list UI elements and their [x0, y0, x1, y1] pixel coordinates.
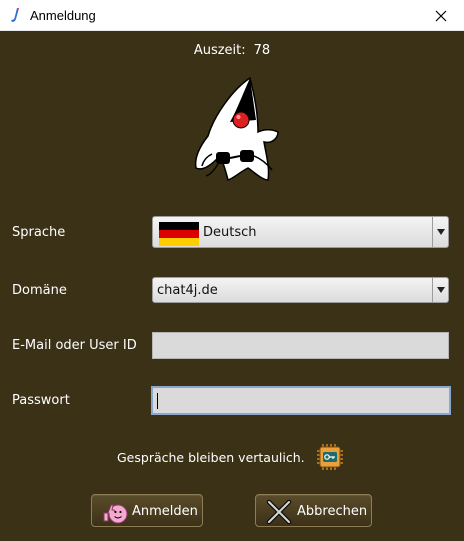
- language-dropdown-button[interactable]: [432, 217, 448, 247]
- domain-select-value: chat4j.de: [157, 283, 218, 298]
- secure-chip-key-icon: [317, 444, 343, 470]
- close-button[interactable]: [418, 0, 464, 31]
- timeout-indicator: Auszeit: 78: [0, 43, 464, 58]
- timeout-value: 78: [253, 43, 271, 58]
- domain-select[interactable]: chat4j.de: [152, 277, 449, 303]
- password-label: Passwort: [12, 393, 70, 408]
- email-field[interactable]: [152, 332, 449, 359]
- language-label: Sprache: [12, 225, 66, 240]
- title-bar: Anmeldung: [0, 0, 464, 31]
- password-field[interactable]: [151, 386, 451, 415]
- text-caret: [157, 393, 158, 409]
- timeout-label: Auszeit:: [193, 43, 246, 58]
- cancel-button[interactable]: Abbrechen: [255, 494, 372, 527]
- login-button-label: Anmelden: [132, 504, 198, 519]
- cancel-button-label: Abbrechen: [297, 504, 368, 519]
- security-note: Gespräche bleiben vertaulich.: [117, 450, 305, 465]
- cross-icon: [266, 499, 292, 525]
- language-select[interactable]: Deutsch: [152, 216, 449, 248]
- german-flag-icon: [159, 222, 199, 246]
- close-icon: [435, 10, 447, 21]
- domain-label: Domäne: [12, 283, 67, 298]
- window-title: Anmeldung: [30, 8, 96, 23]
- login-panel: Auszeit: 78 Sprache Deutsch Domäne chat4j…: [0, 31, 464, 541]
- java-icon: [11, 8, 19, 22]
- chevron-down-icon: [436, 287, 445, 293]
- email-label: E-Mail oder User ID: [12, 338, 137, 353]
- chevron-down-icon: [436, 229, 445, 235]
- duke-mascot-icon: [194, 76, 279, 181]
- thumbs-up-smiley-icon: [103, 504, 128, 524]
- login-button[interactable]: Anmelden: [91, 494, 203, 527]
- domain-dropdown-button[interactable]: [432, 278, 448, 302]
- language-select-value: Deutsch: [203, 225, 257, 240]
